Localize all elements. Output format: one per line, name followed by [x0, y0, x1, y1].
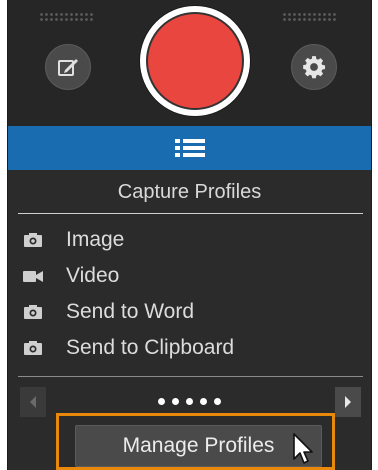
drag-grip-right[interactable]	[282, 12, 338, 22]
profile-label: Send to Word	[66, 300, 195, 323]
edit-button[interactable]	[45, 44, 91, 90]
panel-header	[8, 0, 371, 126]
drag-grip-left[interactable]	[39, 12, 95, 22]
profile-label: Send to Clipboard	[66, 336, 235, 359]
video-camera-icon	[22, 266, 44, 286]
list-icon	[174, 139, 205, 157]
profile-item-video[interactable]: Video	[8, 258, 371, 294]
profile-item-send-to-word[interactable]: Send to Word	[8, 294, 371, 330]
page-dot[interactable]	[214, 398, 221, 405]
settings-button[interactable]	[291, 44, 337, 90]
profile-item-image[interactable]: Image	[8, 222, 371, 258]
pager-prev-button[interactable]	[20, 387, 46, 417]
profile-label: Image	[66, 228, 125, 251]
manage-profiles-button[interactable]: Manage Profiles	[75, 425, 322, 467]
chevron-right-icon	[345, 396, 351, 408]
profiles-menu-bar[interactable]	[8, 126, 371, 170]
capture-panel: Capture Profiles Image Video Send to Wor…	[7, 0, 372, 470]
camera-icon	[22, 302, 44, 322]
gear-icon	[303, 56, 326, 79]
camera-icon	[22, 338, 44, 358]
edit-icon	[58, 59, 78, 76]
page-indicator	[158, 398, 221, 405]
page-dot[interactable]	[172, 398, 179, 405]
divider	[18, 213, 363, 214]
record-button[interactable]	[140, 6, 250, 116]
profile-item-send-to-clipboard[interactable]: Send to Clipboard	[8, 330, 371, 366]
divider	[18, 376, 363, 377]
page-dot[interactable]	[186, 398, 193, 405]
camera-icon	[22, 230, 44, 250]
chevron-left-icon	[30, 396, 36, 408]
page-dot[interactable]	[158, 398, 165, 405]
section-title: Capture Profiles	[117, 181, 262, 203]
profile-label: Video	[66, 264, 120, 287]
page-dot[interactable]	[200, 398, 207, 405]
mouse-cursor-icon	[293, 433, 313, 464]
pager-next-button[interactable]	[335, 387, 361, 417]
record-icon	[146, 12, 244, 110]
profile-list: Image Video Send to Word Send to Clipboa…	[8, 222, 371, 366]
